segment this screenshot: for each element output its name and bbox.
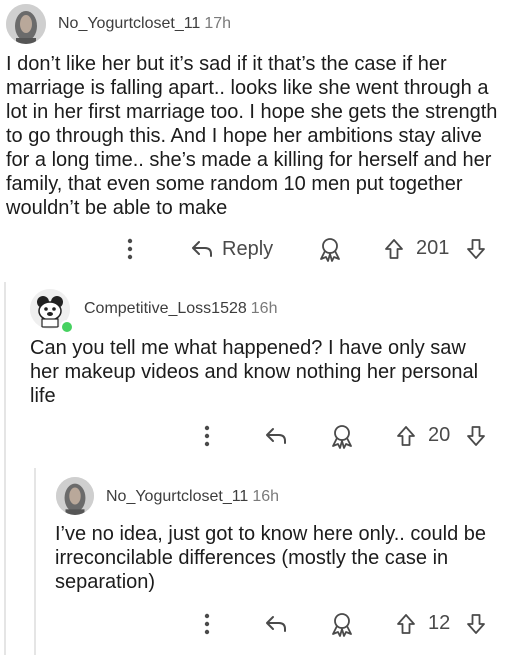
dots-vertical-icon (204, 613, 210, 635)
award-button[interactable] (316, 234, 344, 264)
comment-actions: 20 (0, 421, 512, 451)
downvote-arrow-icon (467, 614, 485, 634)
avatar-image (56, 477, 94, 515)
reply-label: Reply (222, 237, 274, 260)
upvote-arrow-icon (385, 239, 403, 259)
vote-score: 201 (416, 237, 450, 259)
downvote-arrow-icon (467, 426, 485, 446)
more-options-button[interactable] (120, 234, 140, 264)
comment-body: I don’t like her but it’s sad if it that… (6, 53, 498, 219)
comment-author[interactable]: No_Yogurtcloset_11 16h (106, 488, 279, 506)
more-options-button[interactable] (197, 421, 217, 451)
timestamp: 16h (250, 300, 278, 317)
username[interactable]: No_Yogurtcloset_11 (58, 15, 200, 32)
upvote-arrow-icon (397, 426, 415, 446)
reply-icon (266, 616, 286, 632)
downvote-arrow-icon (467, 239, 485, 259)
downvote-button[interactable] (464, 609, 488, 639)
reply-button[interactable]: Reply (190, 234, 273, 264)
downvote-button[interactable] (464, 421, 488, 451)
avatar-image (6, 4, 46, 44)
dots-vertical-icon (204, 425, 210, 447)
upvote-arrow-icon (397, 614, 415, 634)
award-button[interactable] (328, 421, 356, 451)
vote-score: 12 (428, 612, 451, 634)
reply-button[interactable] (262, 421, 290, 451)
timestamp: 16h (252, 488, 280, 505)
dots-vertical-icon (127, 238, 133, 260)
avatar[interactable] (6, 4, 46, 44)
thread-line-level-1 (4, 282, 6, 655)
avatar[interactable] (56, 477, 94, 515)
comment-author[interactable]: No_Yogurtcloset_11 17h (58, 15, 231, 33)
comment-body: I’ve no idea, just got to know here only… (55, 523, 487, 593)
timestamp: 17h (204, 15, 232, 32)
comment-actions: Reply 201 (0, 234, 512, 264)
username[interactable]: No_Yogurtcloset_11 (106, 488, 248, 505)
upvote-button[interactable] (394, 421, 418, 451)
upvote-button[interactable] (394, 609, 418, 639)
vote-score: 20 (428, 424, 451, 446)
more-options-button[interactable] (197, 609, 217, 639)
award-icon (332, 613, 352, 637)
award-icon (320, 238, 340, 262)
reply-icon (192, 241, 212, 257)
comment-body: Can you tell me what happened? I have on… (30, 337, 479, 407)
comment-author[interactable]: Competitive_Loss1528 16h (84, 300, 277, 318)
reply-icon (266, 428, 286, 444)
award-button[interactable] (328, 609, 356, 639)
online-status-indicator (60, 320, 74, 334)
username[interactable]: Competitive_Loss1528 (84, 300, 247, 317)
award-icon (332, 425, 352, 449)
reply-button[interactable] (262, 609, 290, 639)
downvote-button[interactable] (464, 234, 488, 264)
comment-actions: 12 (0, 609, 512, 639)
upvote-button[interactable] (382, 234, 406, 264)
